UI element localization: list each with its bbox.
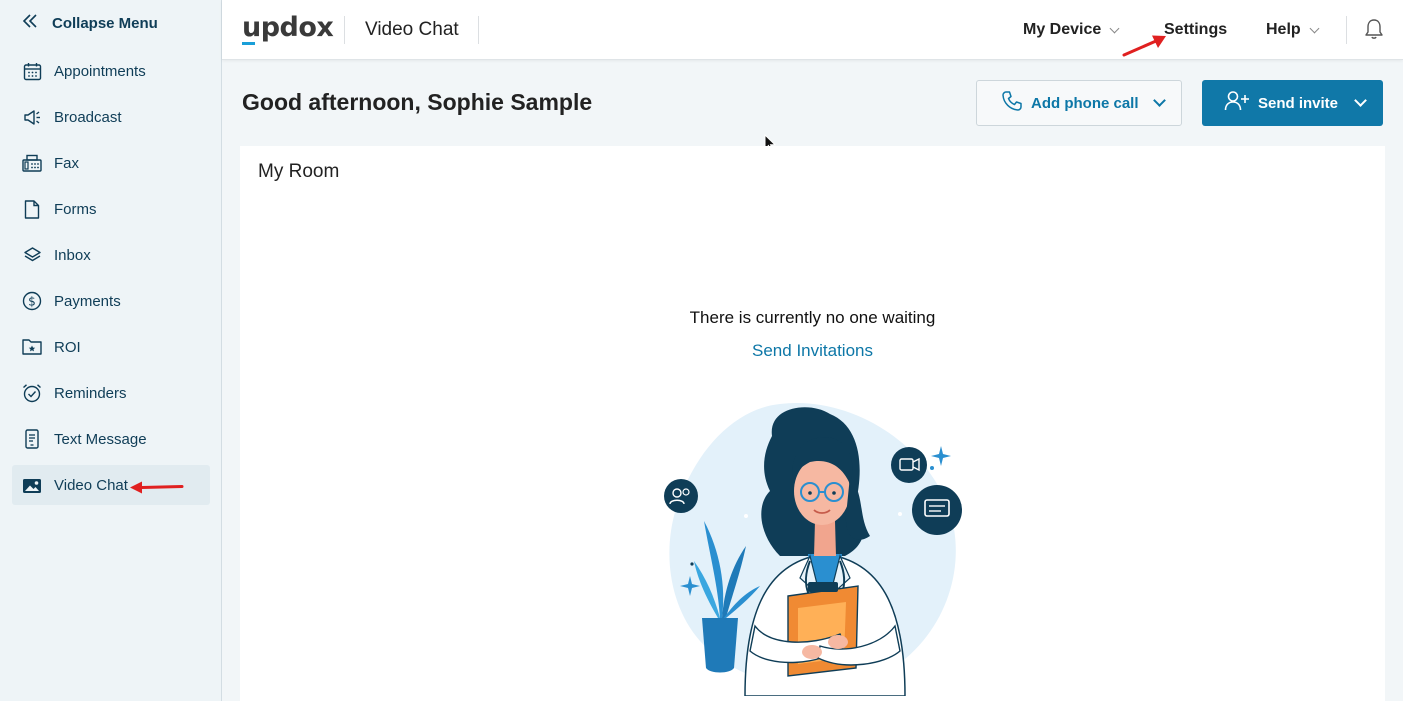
sidebar-item-text-message[interactable]: Text Message — [12, 419, 210, 459]
sidebar-item-broadcast[interactable]: Broadcast — [12, 97, 210, 137]
header-divider — [478, 16, 479, 44]
sidebar-item-label: Forms — [54, 200, 97, 218]
my-room-panel: My Room There is currently no one waitin… — [240, 146, 1385, 701]
top-bar: updox Video Chat My Device Settings Help — [222, 0, 1403, 60]
help-menu[interactable]: Help — [1266, 21, 1320, 39]
sidebar-item-label: Payments — [54, 292, 121, 310]
alarm-clock-icon — [22, 383, 42, 403]
phone-icon — [1001, 90, 1023, 116]
add-phone-call-label: Add phone call — [1031, 94, 1139, 112]
collapse-menu-button[interactable]: Collapse Menu — [22, 14, 158, 32]
chevron-down-icon — [1152, 94, 1166, 107]
my-device-label: My Device — [1023, 21, 1102, 38]
send-invite-label: Send invite — [1258, 94, 1339, 112]
svg-text:$: $ — [28, 295, 36, 309]
add-user-icon — [1224, 90, 1250, 116]
sidebar-item-reminders[interactable]: Reminders — [12, 373, 210, 413]
sidebar-item-payments[interactable]: $ Payments — [12, 281, 210, 321]
folder-star-icon — [22, 337, 42, 357]
sidebar: Collapse Menu Appointments Broadcast Fax… — [0, 0, 222, 701]
sidebar-item-fax[interactable]: Fax — [12, 143, 210, 183]
bell-icon[interactable] — [1364, 18, 1384, 45]
settings-label: Settings — [1164, 21, 1228, 38]
header-divider — [1346, 16, 1347, 44]
add-phone-call-button[interactable]: Add phone call — [976, 80, 1182, 126]
send-invite-button[interactable]: Send invite — [1202, 80, 1383, 126]
greeting-heading: Good afternoon, Sophie Sample — [242, 89, 593, 115]
my-device-menu[interactable]: My Device — [1023, 21, 1120, 39]
calendar-icon — [22, 61, 42, 81]
settings-link[interactable]: Settings — [1164, 21, 1227, 39]
layers-icon — [22, 245, 42, 265]
chevron-down-icon — [1309, 23, 1320, 33]
sidebar-item-forms[interactable]: Forms — [12, 189, 210, 229]
sidebar-item-inbox[interactable]: Inbox — [12, 235, 210, 275]
fax-icon — [22, 153, 42, 173]
logo-accent-bar — [242, 42, 255, 45]
sidebar-item-label: ROI — [54, 338, 81, 356]
double-chevron-left-icon — [22, 14, 38, 32]
sidebar-item-label: Reminders — [54, 384, 127, 402]
sidebar-item-label: Text Message — [54, 430, 147, 448]
empty-waiting-message: There is currently no one waiting — [689, 308, 936, 327]
chevron-down-icon — [1354, 94, 1367, 107]
annotation-arrow-video-chat — [130, 481, 184, 494]
header-divider — [344, 16, 345, 44]
megaphone-icon — [22, 107, 42, 127]
phone-message-icon — [22, 429, 42, 449]
chevron-down-icon — [1109, 23, 1120, 33]
app-title: Video Chat — [365, 19, 459, 40]
updox-logo[interactable]: updox — [242, 12, 334, 43]
video-image-icon — [22, 475, 42, 495]
sidebar-item-label: Appointments — [54, 62, 146, 80]
sidebar-item-roi[interactable]: ROI — [12, 327, 210, 367]
sidebar-item-label: Broadcast — [54, 108, 122, 126]
sidebar-item-appointments[interactable]: Appointments — [12, 51, 210, 91]
room-title: My Room — [258, 161, 340, 182]
sidebar-item-label: Video Chat — [54, 476, 128, 494]
sidebar-nav: Appointments Broadcast Fax Forms Inbox $… — [12, 51, 210, 511]
sidebar-item-label: Inbox — [54, 246, 91, 264]
annotation-arrow-settings — [1122, 35, 1166, 57]
dollar-icon: $ — [22, 291, 42, 311]
help-label: Help — [1266, 21, 1301, 38]
collapse-menu-label: Collapse Menu — [52, 14, 158, 32]
document-icon — [22, 199, 42, 219]
sidebar-item-label: Fax — [54, 154, 80, 172]
doctor-illustration — [664, 402, 962, 696]
send-invitations-link[interactable]: Send Invitations — [240, 341, 1385, 361]
